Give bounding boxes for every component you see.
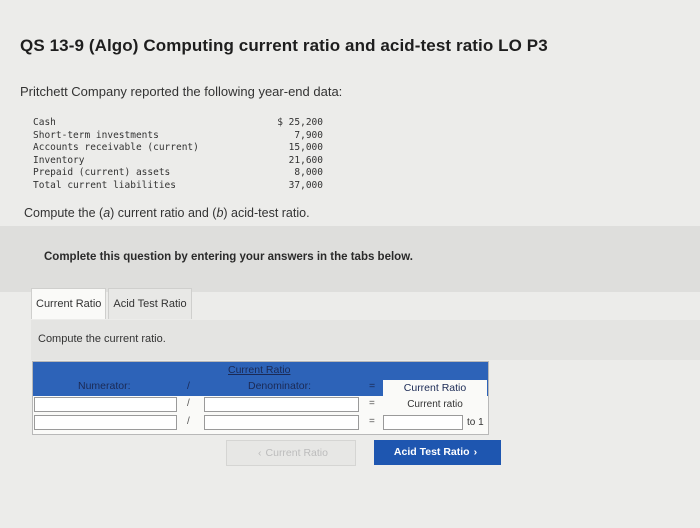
- next-button-label: Acid Test Ratio: [393, 446, 470, 458]
- previous-tab-button[interactable]: ‹ Current Ratio: [226, 440, 356, 466]
- data-label: Accounts receivable (current): [33, 142, 199, 154]
- tab-bar: Current Ratio Acid Test Ratio: [31, 288, 192, 320]
- data-label: Inventory: [33, 154, 85, 166]
- data-row-total-current-liabilities: Total current liabilities 37,000: [33, 180, 323, 193]
- table-title: Current Ratio: [228, 364, 291, 376]
- data-row-cash: Cash $ 25,200: [33, 117, 323, 130]
- data-label: Short-term investments: [33, 129, 159, 141]
- equals-symbol: =: [369, 398, 375, 409]
- data-value: $ 25,200: [277, 117, 323, 128]
- tab-current-ratio[interactable]: Current Ratio: [31, 288, 107, 319]
- divide-symbol: /: [187, 398, 190, 409]
- ratio-result-label: Current ratio: [407, 399, 463, 410]
- table-header: Current Ratio Numerator: / Denominator: …: [33, 362, 488, 396]
- data-value: 7,900: [294, 129, 323, 141]
- divide-symbol: /: [187, 416, 190, 427]
- data-row-short-term-investments: Short-term investments 7,900: [33, 130, 323, 143]
- data-label: Prepaid (current) assets: [33, 167, 171, 179]
- data-value: 37,000: [288, 179, 323, 191]
- financial-data-table: Cash $ 25,200 Short-term investments 7,9…: [33, 117, 323, 193]
- ratio-answer-cell: to 1: [383, 414, 487, 431]
- instruction-banner: Complete this question by entering your …: [0, 226, 700, 292]
- panel-instruction: Compute the current ratio.: [38, 333, 166, 345]
- ratio-answer-input[interactable]: [383, 415, 463, 430]
- numerator-input-2[interactable]: [34, 415, 177, 430]
- ratio-header: Current Ratio: [383, 380, 487, 396]
- next-tab-button[interactable]: Acid Test Ratio ›: [374, 440, 501, 465]
- to-one-label: to 1: [467, 417, 484, 428]
- equals-symbol: =: [369, 380, 376, 392]
- tab-acid-test-ratio[interactable]: Acid Test Ratio: [108, 288, 192, 319]
- table-row: / = Current ratio: [33, 396, 488, 414]
- divide-symbol: /: [187, 380, 190, 392]
- table-row: / = to 1: [33, 414, 488, 432]
- page-title: QS 13-9 (Algo) Computing current ratio a…: [20, 36, 548, 55]
- intro-text: Pritchett Company reported the following…: [20, 84, 343, 99]
- chevron-right-icon: ›: [473, 446, 478, 458]
- denominator-header: Denominator:: [248, 380, 312, 392]
- data-label: Cash: [33, 117, 56, 128]
- data-value: 8,000: [294, 167, 323, 179]
- banner-text: Complete this question by entering your …: [44, 251, 413, 263]
- previous-button-label: Current Ratio: [265, 447, 328, 459]
- tab-panel: Compute the current ratio.: [31, 320, 700, 360]
- chevron-left-icon: ‹: [258, 447, 262, 459]
- data-label: Total current liabilities: [33, 179, 176, 191]
- data-value: 15,000: [288, 142, 323, 154]
- denominator-input-2[interactable]: [204, 415, 359, 430]
- ratio-calculation-table: Current Ratio Numerator: / Denominator: …: [32, 361, 489, 435]
- question-prompt: Compute the (a) current ratio and (b) ac…: [24, 206, 310, 220]
- equals-symbol: =: [369, 416, 375, 427]
- data-value: 21,600: [288, 154, 323, 166]
- data-row-inventory: Inventory 21,600: [33, 155, 323, 168]
- data-row-accounts-receivable: Accounts receivable (current) 15,000: [33, 142, 323, 155]
- numerator-input-1[interactable]: [34, 397, 177, 412]
- numerator-header: Numerator:: [78, 380, 131, 392]
- denominator-input-1[interactable]: [204, 397, 359, 412]
- data-row-prepaid-assets: Prepaid (current) assets 8,000: [33, 167, 323, 180]
